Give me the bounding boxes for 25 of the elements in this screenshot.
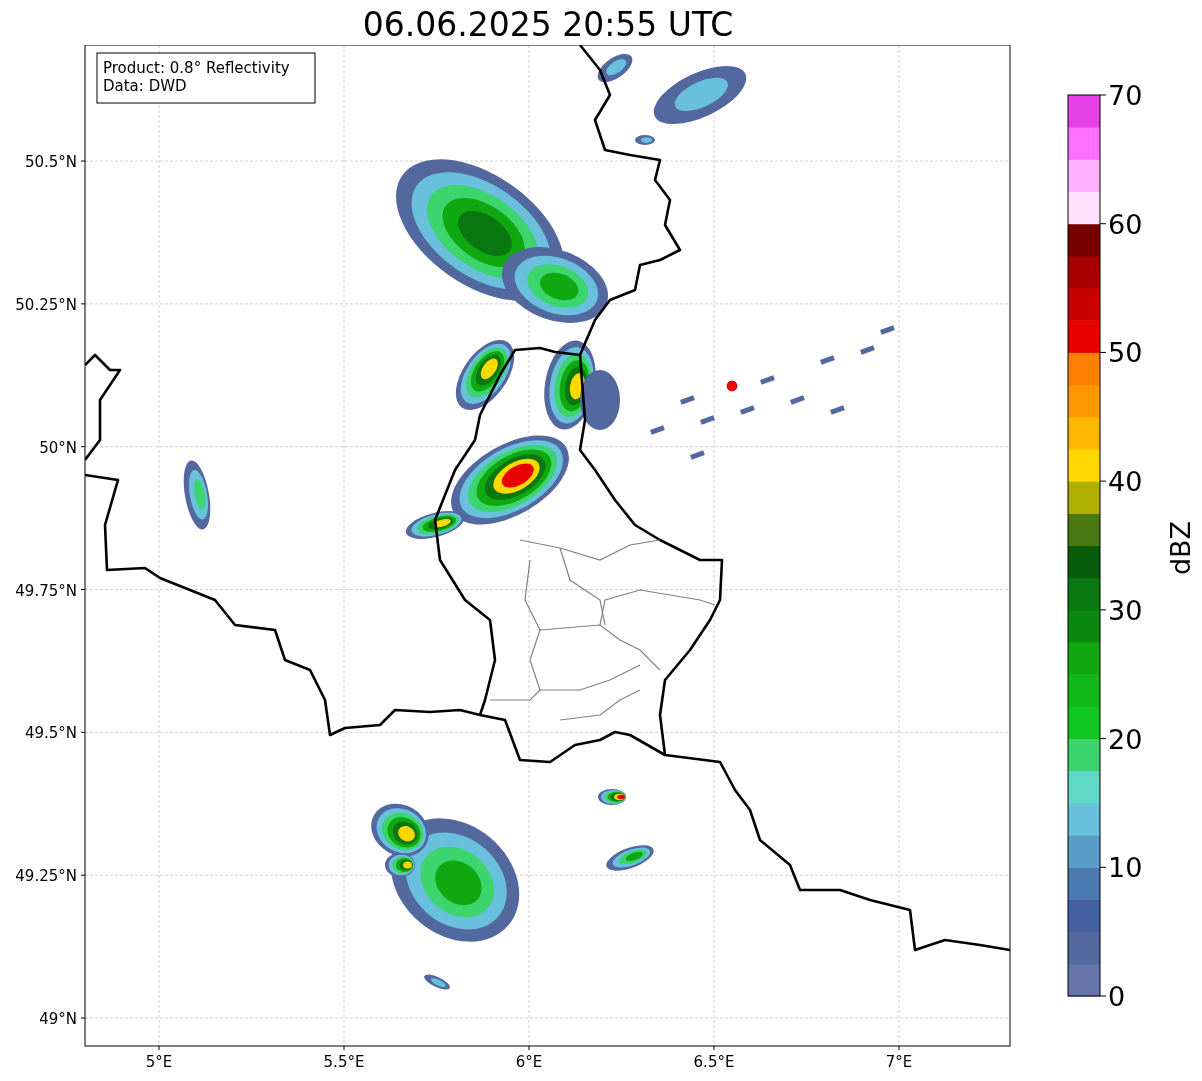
axis-tick-label: 50°N — [39, 438, 77, 457]
info-text: Data: DWD — [103, 77, 187, 95]
axis-tick-label: 49°N — [39, 1010, 77, 1028]
colorbar-tick-label: 20 — [1108, 723, 1143, 755]
axis-tick-label: 6.5°E — [693, 1053, 735, 1071]
colorbar-tick-label: 70 — [1108, 80, 1143, 111]
axis-tick-label: 6°E — [515, 1053, 543, 1071]
colorbar-tick-label: 30 — [1108, 594, 1143, 626]
radar-site-marker — [726, 380, 738, 392]
colorbar-tick-label: 40 — [1108, 466, 1143, 498]
info-text: Product: 0.8° Reflectivity — [103, 59, 290, 77]
axis-tick-label: 5.5°E — [323, 1053, 365, 1071]
colorbar-tick-label: 50 — [1108, 337, 1143, 369]
colorbar-tick-label: 0 — [1108, 981, 1126, 1012]
axis-tick-label: 49.5°N — [24, 724, 77, 743]
axis-tick-label: 50.25°N — [15, 295, 77, 314]
colorbar-label: dBZ — [1165, 520, 1196, 576]
plot-title: 06.06.2025 20:55 UTC — [362, 5, 734, 45]
axis-tick-label: 49.25°N — [15, 867, 77, 886]
axis-tick-label: 49.75°N — [15, 581, 77, 600]
colorbar-tick-label: 60 — [1108, 208, 1143, 240]
colorbar-tick-label: 10 — [1108, 852, 1143, 884]
axis-tick-label: 5°E — [145, 1053, 173, 1071]
axis-tick-label: 7°E — [885, 1053, 913, 1071]
axis-tick-label: 50.5°N — [24, 153, 77, 172]
